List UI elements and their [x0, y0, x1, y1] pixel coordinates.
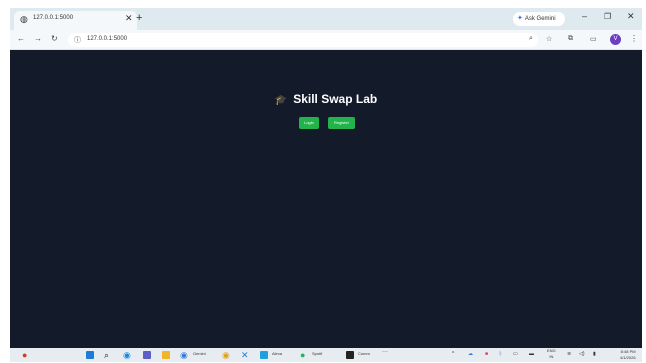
back-arrow-icon[interactable]: ←	[17, 34, 25, 43]
taskbar-label-terminal: Comm	[358, 351, 370, 356]
forward-arrow-icon[interactable]: →	[34, 34, 42, 43]
register-button[interactable]: Register	[328, 117, 355, 129]
battery-tray-icon[interactable]: ▭	[513, 351, 518, 357]
bluetooth-icon[interactable]: ᛒ	[499, 351, 502, 357]
system-clock[interactable]: 8:48 PM 4/1/2026	[620, 349, 636, 361]
region-code: IN	[549, 354, 554, 359]
tray-chevron-icon[interactable]: ^	[452, 351, 454, 357]
tab-strip: ◍ 127.0.0.1:5000 ✕ + ✦ Ask Gemini – ❐ ✕	[10, 8, 642, 30]
alexa-icon[interactable]	[260, 351, 268, 359]
app-page: 🎓 Skill Swap Lab Login Register	[10, 50, 642, 348]
taskbar-more-icon[interactable]: ···	[382, 349, 388, 355]
reload-icon[interactable]: ↻	[51, 34, 58, 43]
app-logo-icon: 🎓	[274, 95, 288, 106]
file-explorer-icon[interactable]	[162, 351, 170, 359]
profile-avatar[interactable]: V	[610, 34, 621, 45]
start-icon[interactable]	[86, 351, 94, 359]
bookmark-star-icon[interactable]: ☆	[546, 35, 552, 43]
app-title-row: 🎓 Skill Swap Lab	[10, 92, 642, 106]
login-button[interactable]: Login	[299, 117, 319, 129]
volume-icon[interactable]: ◁)	[579, 351, 585, 357]
keyboard-tray-icon[interactable]: ▬	[529, 351, 534, 357]
tab-close-icon[interactable]: ✕	[125, 13, 133, 24]
minimize-button[interactable]: –	[582, 11, 587, 21]
tray-app-icon[interactable]: ■	[485, 351, 488, 357]
notification-app-icon[interactable]: ●	[22, 349, 27, 361]
battery-icon[interactable]: ▮	[593, 351, 596, 357]
tab-title: 127.0.0.1:5000	[33, 15, 74, 21]
screen: ◍ 127.0.0.1:5000 ✕ + ✦ Ask Gemini – ❐ ✕ ←…	[10, 8, 642, 362]
close-window-button[interactable]: ✕	[627, 11, 635, 22]
browser-tab[interactable]: ◍ 127.0.0.1:5000 ✕	[14, 11, 137, 30]
taskbar: ● ⌕ ◉ ◉ Gemini ◉ ✕ Alexa ● Spotif Comm ·…	[10, 348, 642, 362]
split-view-icon[interactable]: ▭	[590, 35, 597, 43]
language-code: ENG	[547, 348, 556, 353]
taskbar-label-gemini: Gemini	[193, 351, 206, 356]
terminal-icon[interactable]	[346, 351, 354, 359]
gemini-star-icon: ✦	[517, 15, 523, 22]
onedrive-icon[interactable]: ☁	[468, 351, 473, 357]
vscode-icon[interactable]: ✕	[241, 349, 249, 361]
chrome-gemini-icon[interactable]: ◉	[180, 349, 188, 361]
edge-icon[interactable]: ◉	[123, 349, 131, 361]
globe-icon: ◍	[20, 14, 28, 24]
browser-menu-icon[interactable]: ⋮	[630, 34, 638, 43]
spotify-icon[interactable]: ●	[300, 349, 305, 361]
search-icon[interactable]: ⌕	[104, 349, 109, 361]
app-title: Skill Swap Lab	[293, 92, 378, 106]
chrome-icon[interactable]: ◉	[222, 349, 230, 361]
language-indicator[interactable]: ENG IN	[547, 348, 556, 360]
address-url: 127.0.0.1:5000	[87, 36, 128, 42]
wifi-icon[interactable]: ≋	[567, 351, 571, 357]
ask-gemini-button[interactable]: ✦ Ask Gemini	[513, 12, 565, 26]
ask-gemini-label: Ask Gemini	[524, 16, 556, 22]
new-tab-button[interactable]: +	[136, 12, 142, 24]
address-bar[interactable]: ⓘ 127.0.0.1:5000	[68, 33, 538, 47]
clock-date: 4/1/2026	[620, 355, 636, 360]
taskbar-label-spotify: Spotif	[312, 351, 323, 356]
teams-icon[interactable]	[143, 351, 151, 359]
extensions-icon[interactable]: ⧉	[568, 35, 573, 43]
taskbar-label-alexa: Alexa	[272, 351, 283, 356]
maximize-button[interactable]: ❐	[604, 12, 611, 21]
zoom-icon[interactable]: ⌕	[529, 35, 533, 43]
browser-toolbar: ← → ↻ ⓘ 127.0.0.1:5000 ⌕ ☆ ⧉ ▭ V ⋮	[10, 30, 642, 50]
site-info-icon[interactable]: ⓘ	[74, 35, 81, 45]
